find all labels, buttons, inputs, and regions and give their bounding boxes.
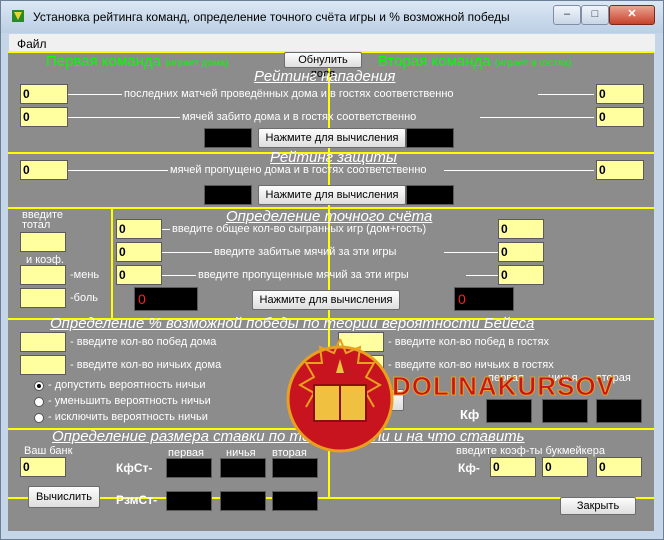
exact-conceded-home-input[interactable]: 0 bbox=[116, 265, 162, 285]
bookmaker-coef-second[interactable]: 0 bbox=[596, 457, 642, 477]
bayes-home-wins-label: - введите кол-во побед дома bbox=[70, 336, 217, 348]
defense-result-home bbox=[204, 185, 252, 205]
defense-result-away bbox=[406, 185, 454, 205]
exact-scored-away-input[interactable]: 0 bbox=[498, 242, 544, 262]
close-button[interactable]: Закрыть bbox=[560, 497, 636, 515]
draw-allow-label: - допустить вероятность ничьи bbox=[48, 379, 206, 391]
exact-result-away: 0 bbox=[454, 287, 514, 311]
attack-calc-button[interactable]: Нажмите для вычисления bbox=[258, 128, 406, 148]
team1-label: Первая команда (играет дома) bbox=[46, 53, 229, 70]
reset-fields-button[interactable]: Обнулить поля bbox=[284, 52, 362, 80]
defense-calc-button[interactable]: Нажмите для вычисления bbox=[258, 185, 406, 205]
attack-row1-label: последних матчей проведённых дома и в го… bbox=[124, 88, 454, 100]
bayes-kf-label: Кф bbox=[460, 407, 480, 422]
minimize-button[interactable]: – bbox=[553, 5, 581, 25]
attack-home-goals-input[interactable]: 0 bbox=[20, 107, 68, 127]
frame-bottom-line bbox=[8, 497, 654, 499]
connector-line bbox=[466, 275, 498, 276]
connector-line bbox=[162, 229, 170, 230]
rzmst-draw bbox=[220, 491, 266, 511]
connector-line bbox=[162, 275, 196, 276]
watermark-emblem-icon bbox=[286, 338, 394, 453]
connector-line bbox=[162, 252, 212, 253]
draw-reduce-radio[interactable] bbox=[34, 397, 44, 407]
draw-reduce-label: - уменьшить вероятность ничьи bbox=[48, 395, 211, 407]
connector-line bbox=[68, 117, 180, 118]
exact-result-home: 0 bbox=[134, 287, 198, 311]
connector-line bbox=[444, 252, 498, 253]
exact-row2-label: введите забитые мячий за эти игры bbox=[214, 246, 397, 258]
connector-line bbox=[538, 94, 594, 95]
exact-games-home-input[interactable]: 0 bbox=[116, 219, 162, 239]
bayes-home-draws-input[interactable] bbox=[20, 355, 66, 375]
bayes-home-draws-label: - введите кол-во ничьих дома bbox=[70, 359, 222, 371]
defense-home-input[interactable]: 0 bbox=[20, 160, 68, 180]
exact-row3-label: введите пропущенные мячий за эти игры bbox=[198, 269, 409, 281]
window-title: Установка рейтинга команд, определение т… bbox=[33, 10, 510, 24]
connector-line bbox=[444, 170, 594, 171]
rzmst-first bbox=[166, 491, 212, 511]
kelly-kf-label: Кф- bbox=[458, 461, 480, 475]
kfst-draw bbox=[220, 458, 266, 478]
bank-label: Ваш банк bbox=[24, 445, 73, 457]
total-label-total: тотал bbox=[22, 219, 51, 231]
bayes-result-draw bbox=[542, 399, 588, 423]
attack-result-away bbox=[406, 128, 454, 148]
attack-rating-title: Рейтинг нападения bbox=[254, 68, 396, 85]
bayes-away-wins-label: - введите кол-во побед в гостях bbox=[388, 336, 549, 348]
connector-line bbox=[68, 170, 168, 171]
rzmst-label: РзмСт- bbox=[116, 493, 158, 507]
bayes-home-wins-input[interactable] bbox=[20, 332, 66, 352]
draw-allow-radio[interactable] bbox=[34, 381, 44, 391]
exact-row1-label: введите общее кол-во сыгранных игр (дом+… bbox=[172, 223, 427, 235]
defense-away-input[interactable]: 0 bbox=[596, 160, 644, 180]
menu-bar: Файл bbox=[9, 34, 655, 52]
maximize-button[interactable]: □ bbox=[581, 5, 609, 25]
coef-hint-label: введите коэф-ты букмейкера bbox=[456, 445, 605, 457]
attack-home-games-input[interactable]: 0 bbox=[20, 84, 68, 104]
title-bar: Установка рейтинга команд, определение т… bbox=[1, 1, 663, 33]
main-panel: Первая команда (играет дома) Обнулить по… bbox=[8, 51, 654, 531]
total-more-label: -боль bbox=[70, 292, 98, 304]
rzmst-second bbox=[272, 491, 318, 511]
exact-games-away-input[interactable]: 0 bbox=[498, 219, 544, 239]
attack-row2-label: мячей забито дома и в гостях соответстве… bbox=[182, 111, 417, 123]
defense-row1-label: мячей пропущено дома и в гостях соответс… bbox=[170, 164, 427, 176]
kelly-calc-button[interactable]: Вычислить bbox=[28, 486, 100, 508]
kfst-first bbox=[166, 458, 212, 478]
connector-line bbox=[480, 117, 594, 118]
connector-line bbox=[68, 94, 122, 95]
total-input[interactable] bbox=[20, 232, 66, 252]
bayes-result-second bbox=[596, 399, 642, 423]
total-more-coef-input[interactable] bbox=[20, 288, 66, 308]
bayes-result-first bbox=[486, 399, 532, 423]
total-less-label: -мень bbox=[70, 269, 100, 281]
total-less-coef-input[interactable] bbox=[20, 265, 66, 285]
close-window-button[interactable]: ✕ bbox=[609, 5, 655, 25]
total-divider-line bbox=[111, 209, 113, 318]
bayes-title: Определение % возможной победы по теории… bbox=[50, 315, 535, 332]
kfst-label: КфСт- bbox=[116, 461, 153, 475]
watermark-text: DOLINAKURSOV bbox=[392, 371, 615, 402]
app-icon bbox=[12, 10, 24, 22]
bookmaker-coef-draw[interactable]: 0 bbox=[542, 457, 588, 477]
attack-away-goals-input[interactable]: 0 bbox=[596, 107, 644, 127]
menu-file[interactable]: Файл bbox=[17, 37, 47, 51]
attack-result-home bbox=[204, 128, 252, 148]
exact-calc-button[interactable]: Нажмите для вычисления bbox=[252, 290, 400, 310]
draw-exclude-label: - исключить вероятность ничьи bbox=[48, 411, 208, 423]
bank-input[interactable]: 0 bbox=[20, 457, 66, 477]
draw-exclude-radio[interactable] bbox=[34, 413, 44, 423]
exact-conceded-away-input[interactable]: 0 bbox=[498, 265, 544, 285]
team2-label: Вторая команда (играет в гостях) bbox=[378, 53, 572, 70]
bayes-away-draws-label: - введите кол-во ничьих в гостях bbox=[388, 359, 554, 371]
exact-scored-home-input[interactable]: 0 bbox=[116, 242, 162, 262]
bookmaker-coef-first[interactable]: 0 bbox=[490, 457, 536, 477]
attack-away-games-input[interactable]: 0 bbox=[596, 84, 644, 104]
